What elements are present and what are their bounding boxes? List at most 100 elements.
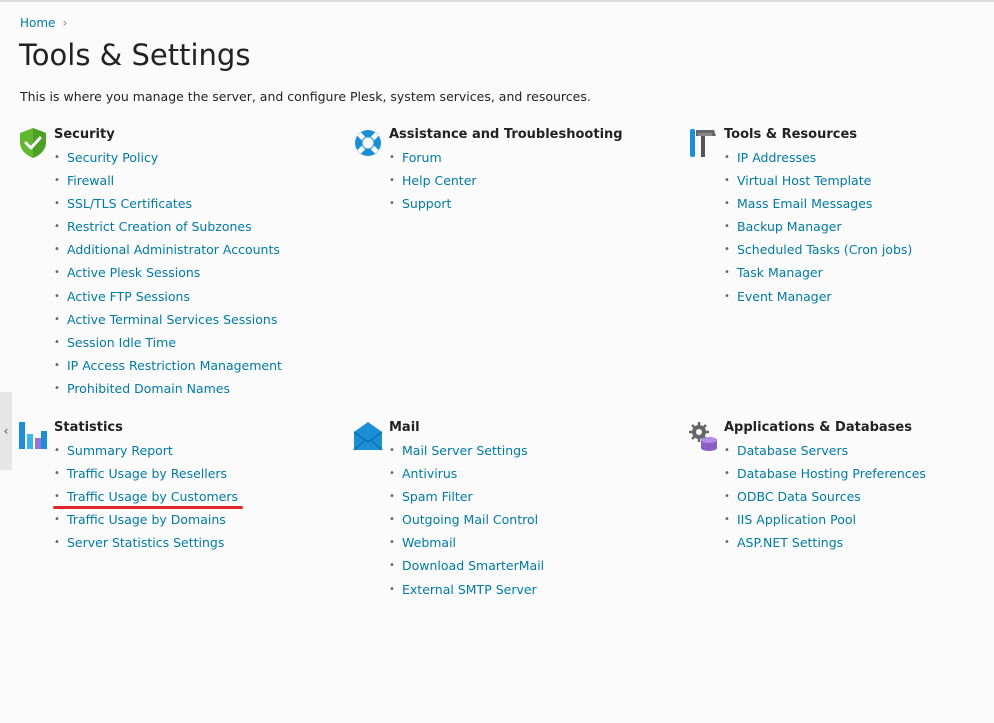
list-item: • Summary Report: [54, 443, 173, 458]
group-title: Security: [54, 127, 115, 142]
link-security-policy[interactable]: Security Policy: [67, 150, 158, 165]
link-mass-email-messages[interactable]: Mass Email Messages: [737, 196, 872, 211]
chevron-right-icon: ›: [62, 16, 68, 30]
link-list: • Summary Report • Traffic Usage by Resell…: [54, 443, 238, 558]
list-item: • Firewall: [54, 173, 115, 189]
top-border: [0, 0, 994, 2]
list-item: • Backup Manager: [724, 219, 842, 235]
list-item: • Active Plesk Sessions: [54, 265, 201, 281]
list-item: • Active Terminal Services Sessions: [54, 311, 278, 327]
group-title: Assistance and Troubleshooting: [389, 127, 623, 142]
tools-icon: [690, 129, 716, 157]
list-item: • Prohibited Domain Names: [54, 380, 231, 396]
list-item: • Help Center: [389, 173, 477, 189]
chevron-left-icon: ‹: [3, 424, 9, 438]
link-active-plesk-sessions[interactable]: Active Plesk Sessions: [67, 265, 200, 280]
page-description: This is where you manage the server, and…: [20, 89, 591, 104]
group-title: Mail: [389, 420, 420, 435]
link-odbc-data-sources[interactable]: ODBC Data Sources: [737, 489, 861, 504]
list-item: • Mass Email Messages: [724, 196, 873, 212]
group-title: Statistics: [54, 420, 123, 435]
list-item: • Traffic Usage by Resellers: [54, 466, 228, 482]
link-event-manager[interactable]: Event Manager: [737, 289, 832, 304]
list-item: • IP Access Restriction Management: [54, 357, 282, 373]
link-ip-access-restriction[interactable]: IP Access Restriction Management: [67, 358, 282, 373]
list-item: • Outgoing Mail Control: [389, 512, 539, 528]
highlight-underline: [53, 506, 243, 509]
lifebuoy-icon: [355, 130, 381, 156]
link-aspnet-settings[interactable]: ASP.NET Settings: [737, 535, 843, 550]
list-item: • Active FTP Sessions: [54, 288, 190, 304]
list-item: • Scheduled Tasks (Cron jobs): [724, 242, 913, 258]
list-item: • Security Policy: [54, 150, 159, 165]
list-item: • Task Manager: [724, 265, 823, 281]
link-session-idle-time[interactable]: Session Idle Time: [67, 335, 176, 350]
list-item: • Additional Administrator Accounts: [54, 242, 280, 258]
list-item: • ASP.NET Settings: [724, 535, 844, 551]
link-restrict-subzones[interactable]: Restrict Creation of Subzones: [67, 219, 252, 234]
list-item: • Mail Server Settings: [389, 443, 528, 458]
list-item: • IP Addresses: [724, 150, 817, 165]
link-additional-admin-accounts[interactable]: Additional Administrator Accounts: [67, 242, 280, 257]
link-ssl-tls-certificates[interactable]: SSL/TLS Certificates: [67, 196, 192, 211]
link-help-center[interactable]: Help Center: [402, 173, 477, 188]
link-server-statistics-settings[interactable]: Server Statistics Settings: [67, 535, 224, 550]
list-item: • Forum: [389, 150, 442, 165]
link-prohibited-domain-names[interactable]: Prohibited Domain Names: [67, 381, 230, 396]
link-traffic-by-customers[interactable]: Traffic Usage by Customers: [67, 489, 238, 504]
link-task-manager[interactable]: Task Manager: [737, 265, 823, 280]
link-support[interactable]: Support: [402, 196, 451, 211]
link-outgoing-mail-control[interactable]: Outgoing Mail Control: [402, 512, 538, 527]
list-item: • Virtual Host Template: [724, 173, 872, 189]
link-traffic-by-resellers[interactable]: Traffic Usage by Resellers: [67, 466, 227, 481]
link-database-hosting-preferences[interactable]: Database Hosting Preferences: [737, 466, 926, 481]
link-active-ftp-sessions[interactable]: Active FTP Sessions: [67, 289, 190, 304]
list-item: • IIS Application Pool: [724, 512, 856, 528]
link-ip-addresses[interactable]: IP Addresses: [737, 150, 816, 165]
link-spam-filter[interactable]: Spam Filter: [402, 489, 473, 504]
list-item: • SSL/TLS Certificates: [54, 196, 192, 212]
list-item: • ODBC Data Sources: [724, 489, 861, 505]
link-summary-report[interactable]: Summary Report: [67, 443, 173, 458]
list-item: • External SMTP Server: [389, 581, 537, 597]
link-list: • Database Servers • Database Hosting Pref…: [724, 443, 926, 558]
link-external-smtp-server[interactable]: External SMTP Server: [402, 582, 537, 597]
link-list: • Mail Server Settings • Antivirus • Spam F…: [389, 443, 544, 605]
list-item: • Antivirus: [389, 466, 458, 482]
list-item: • Server Statistics Settings: [54, 535, 225, 551]
link-backup-manager[interactable]: Backup Manager: [737, 219, 842, 234]
link-virtual-host-template[interactable]: Virtual Host Template: [737, 173, 871, 188]
link-list: • Security Policy • Firewall • SSL/TLS Cert…: [54, 150, 282, 404]
list-item: • Database Servers: [724, 443, 849, 458]
list-item: • Support: [389, 196, 452, 212]
link-download-smartermail[interactable]: Download SmarterMail: [402, 558, 544, 573]
link-iis-application-pool[interactable]: IIS Application Pool: [737, 512, 856, 527]
shield-check-icon: [20, 128, 46, 158]
list-item: • Database Hosting Preferences: [724, 466, 926, 482]
bar-chart-icon: [19, 422, 47, 449]
envelope-icon: [353, 422, 383, 451]
list-item: • Restrict Creation of Subzones: [54, 219, 252, 235]
sidebar-collapse-handle[interactable]: ‹: [0, 392, 12, 470]
link-database-servers[interactable]: Database Servers: [737, 443, 848, 458]
list-item: • Traffic Usage by Domains: [54, 512, 226, 528]
list-item: • Download SmarterMail: [389, 558, 545, 574]
link-scheduled-tasks[interactable]: Scheduled Tasks (Cron jobs): [737, 242, 912, 257]
group-title: Tools & Resources: [724, 127, 858, 142]
link-traffic-by-domains[interactable]: Traffic Usage by Domains: [67, 512, 226, 527]
link-webmail[interactable]: Webmail: [402, 535, 456, 550]
breadcrumb: Home ›: [20, 16, 67, 30]
link-active-terminal-sessions[interactable]: Active Terminal Services Sessions: [67, 312, 277, 327]
link-antivirus[interactable]: Antivirus: [402, 466, 457, 481]
link-forum[interactable]: Forum: [402, 150, 442, 165]
link-list: • Forum • Help Center • Support: [389, 150, 477, 219]
page-title: Tools & Settings: [19, 38, 251, 72]
list-item: • Webmail: [389, 535, 457, 551]
breadcrumb-home-link[interactable]: Home: [20, 16, 55, 30]
list-item: • Event Manager: [724, 288, 832, 304]
list-item: • Spam Filter: [389, 489, 473, 505]
gear-database-icon: [689, 422, 717, 451]
link-mail-server-settings[interactable]: Mail Server Settings: [402, 443, 528, 458]
link-firewall[interactable]: Firewall: [67, 173, 114, 188]
list-item: • Session Idle Time: [54, 334, 177, 350]
